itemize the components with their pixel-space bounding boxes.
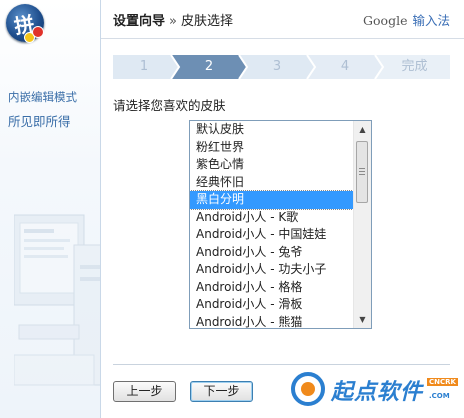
- skin-list-item[interactable]: 经典怀旧: [190, 174, 353, 192]
- skin-list-item[interactable]: Android小人 - 兔爷: [190, 244, 353, 262]
- breadcrumb-setup-wizard: 设置向导: [113, 14, 166, 29]
- computer-illustration-icon: [14, 214, 100, 386]
- skin-list-item[interactable]: 默认皮肤: [190, 121, 353, 139]
- skin-list-item[interactable]: Android小人 - K歌: [190, 209, 353, 227]
- skin-list-item[interactable]: Android小人 - 熊猫: [190, 314, 353, 329]
- skin-prompt: 请选择您喜欢的皮肤: [113, 98, 226, 113]
- logo-dot-red: [32, 26, 44, 38]
- breadcrumb-separator: »: [169, 14, 177, 29]
- skin-list-item[interactable]: Android小人 - 中国娃娃: [190, 226, 353, 244]
- arrow-up-icon[interactable]: ▲: [354, 121, 371, 138]
- skin-list-item[interactable]: 黑白分明: [190, 190, 354, 210]
- skin-listbox[interactable]: 默认皮肤 粉红世界 紫色心情 经典怀旧 黑白分明 Android小人 - K歌 Androi…: [189, 120, 372, 329]
- arrow-down-icon[interactable]: ▼: [354, 311, 371, 328]
- step-finish: 完成: [401, 59, 428, 74]
- skin-list-items: 默认皮肤 粉红世界 紫色心情 经典怀旧 黑白分明 Android小人 - K歌 Androi…: [190, 121, 354, 329]
- pinyin-logo-icon: 拼: [6, 4, 44, 43]
- next-button[interactable]: 下一步: [190, 381, 253, 402]
- skin-list-item[interactable]: 紫色心情: [190, 156, 353, 174]
- brand: Google 输入法: [363, 10, 450, 29]
- watermark-domain: .COM: [429, 392, 450, 400]
- scrollbar-thumb[interactable]: [356, 141, 368, 203]
- brand-ime: 输入法: [412, 13, 450, 28]
- prev-button[interactable]: 上一步: [113, 381, 176, 402]
- step-3: 3: [272, 59, 282, 74]
- step-2-current: 2: [204, 59, 214, 74]
- brand-google: Google: [363, 13, 408, 28]
- skin-list-item[interactable]: 粉红世界: [190, 139, 353, 157]
- watermark-logo: 起点软件 CNCRK .COM: [289, 370, 458, 414]
- sidebar: 拼 内嵌编辑模式 所见即所得: [0, 0, 101, 418]
- skin-list-item[interactable]: Android小人 - 功夫小子: [190, 261, 353, 279]
- sidebar-feature-embedded-edit: 内嵌编辑模式: [8, 90, 77, 104]
- watermark-text: 起点软件: [331, 380, 424, 405]
- page-title: 设置向导» 皮肤选择: [113, 10, 233, 29]
- watermark-badge: CNCRK: [427, 378, 458, 386]
- vertical-scrollbar[interactable]: ▲ ▼: [353, 121, 371, 328]
- breadcrumb-skin-selection: 皮肤选择: [180, 14, 233, 29]
- skin-list-item[interactable]: Android小人 - 格格: [190, 279, 353, 297]
- footer-divider: [113, 364, 450, 365]
- skin-list-item[interactable]: Android小人 - 滑板: [190, 296, 353, 314]
- sidebar-feature-wysiwyg: 所见即所得: [8, 114, 71, 129]
- step-4: 4: [340, 59, 350, 74]
- step-1: 1: [139, 59, 149, 74]
- step-progress-bar: 1 2 3 4 完成: [113, 55, 450, 79]
- watermark-circle-icon: [291, 372, 325, 406]
- header: 设置向导» 皮肤选择 Google 输入法: [101, 0, 464, 39]
